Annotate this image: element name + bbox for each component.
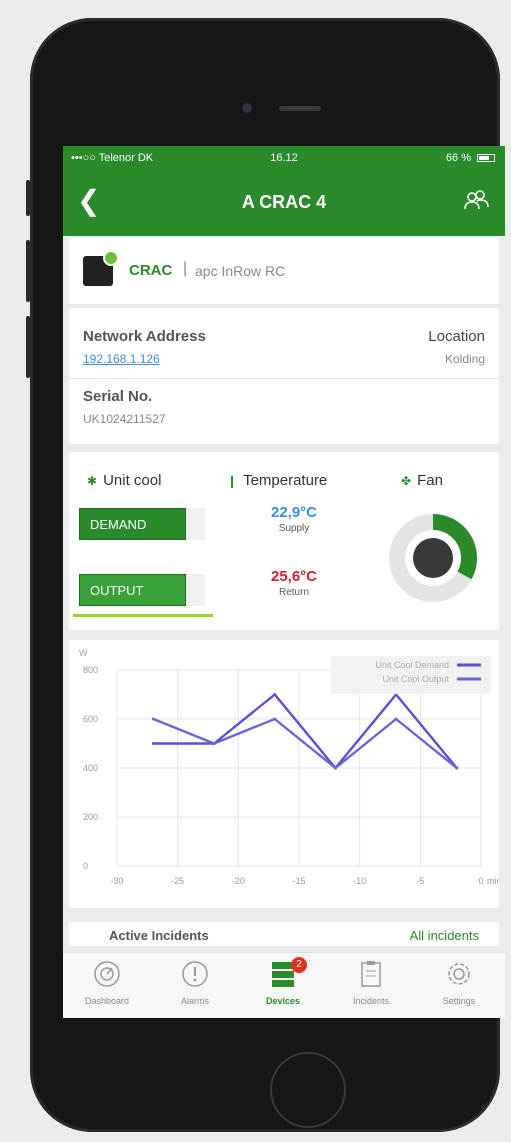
fan-label: Fan — [417, 472, 443, 489]
data-point — [273, 717, 277, 721]
tab-settings[interactable]: Settings — [415, 953, 503, 1018]
mute-switch — [26, 180, 30, 216]
unit-cool-label: Unit cool — [103, 472, 162, 489]
page-title: A CRAC 4 — [241, 192, 327, 212]
y-tick-label: 400 — [83, 763, 98, 773]
x-tick-label: -25 — [171, 876, 184, 886]
y-tick-label: 0 — [83, 861, 88, 871]
tab-devices[interactable]: 2 Devices — [239, 953, 327, 1018]
metrics-card: ✱ Unit cool ❙ Temperature ✤ Fan DEMAND OUTP… — [69, 452, 499, 630]
incidents-card: Active Incidents All incidents — [69, 922, 499, 946]
y-tick-label: 200 — [83, 812, 98, 822]
return-temp-block: 25,6°C Return — [239, 568, 349, 598]
home-button[interactable] — [270, 1052, 346, 1128]
x-axis-label: mins — [487, 876, 499, 886]
supply-temp-value: 22,9°C — [270, 504, 318, 521]
incidents-icon — [361, 961, 381, 987]
volume-up-button — [26, 240, 30, 302]
location-label: Location — [428, 328, 485, 345]
front-camera — [242, 103, 252, 113]
settings-icon — [448, 963, 470, 985]
location-value: Kolding — [444, 352, 485, 366]
tab-settings-label: Settings — [442, 996, 476, 1006]
device-model: apc InRow RC — [195, 263, 286, 279]
supply-label: Supply — [278, 523, 310, 534]
fan-gauge — [389, 514, 477, 602]
tab-alarms[interactable]: Alarms — [151, 953, 239, 1018]
speaker-grill — [279, 106, 321, 111]
output-label: OUTPUT — [90, 583, 144, 598]
nav-bar: ❮ A CRAC 4 — [63, 170, 505, 236]
x-tick-label: -15 — [292, 876, 305, 886]
y-tick-label: 800 — [83, 665, 98, 675]
battery-percent: 66 % — [445, 152, 471, 164]
output-bar: OUTPUT — [79, 574, 205, 606]
legend-label: Unit Cool Output — [382, 674, 449, 684]
device-header: CRAC | apc InRow RC — [69, 238, 499, 304]
tab-incidents-label: Incidents — [352, 996, 390, 1006]
unit-cool-heading: ✱ Unit cool — [87, 472, 161, 489]
dashboard-icon — [94, 961, 120, 987]
data-point — [455, 766, 459, 770]
snowflake-icon: ✱ — [87, 474, 98, 488]
device-type: CRAC — [129, 262, 173, 279]
legend-label: Unit Cool Demand — [375, 660, 449, 670]
volume-down-button — [26, 316, 30, 378]
device-separator: | — [183, 260, 188, 277]
x-tick-label: -10 — [353, 876, 366, 886]
tab-dashboard-label: Dashboard — [84, 996, 130, 1006]
power-chart: 0 200 400 600 800 -30 -25 -20 -15 -10 -5 0 Wmins Unit… — [79, 648, 505, 886]
fan-icon: ✤ — [401, 474, 412, 488]
active-underline — [73, 614, 213, 617]
tab-dashboard[interactable]: Dashboard — [63, 953, 151, 1018]
users-icon[interactable] — [463, 188, 489, 214]
y-axis-label: W — [79, 648, 88, 658]
x-tick-label: -5 — [416, 876, 424, 886]
data-point — [333, 766, 337, 770]
demand-bar: DEMAND — [79, 508, 205, 540]
x-tick-label: -30 — [110, 876, 123, 886]
x-tick-label: 0 — [478, 876, 483, 886]
tab-incidents[interactable]: Incidents — [327, 953, 415, 1018]
demand-bar-fill: DEMAND — [79, 508, 187, 540]
fan-gauge-center — [413, 538, 453, 578]
status-time: 16.12 — [270, 152, 298, 164]
network-address-link[interactable]: 192.168.1.126 — [83, 352, 160, 366]
output-bar-fill: OUTPUT — [79, 574, 187, 606]
thermometer-icon: ❙ — [227, 474, 238, 488]
serial-label: Serial No. — [83, 388, 153, 405]
data-point — [151, 742, 155, 745]
fan-heading: ✤ Fan — [401, 472, 443, 489]
data-point — [273, 693, 277, 696]
return-temp-value: 25,6°C — [270, 568, 318, 585]
temperature-label: Temperature — [243, 472, 328, 489]
x-tick-label: -20 — [232, 876, 245, 886]
data-point — [151, 717, 155, 721]
power-chart-card: 0 200 400 600 800 -30 -25 -20 -15 -10 -5 0 Wmins Unit… — [69, 640, 505, 908]
devices-badge: 2 — [291, 957, 307, 973]
device-info-card: Network Address 192.168.1.126 Location K… — [69, 308, 499, 444]
alarm-icon — [182, 961, 208, 987]
tab-devices-label: Devices — [265, 996, 301, 1006]
serial-value: UK1024211527 — [83, 412, 166, 426]
tab-bar: Dashboard Alarms 2 Devices Incidents Set… — [63, 952, 505, 1018]
return-label: Return — [278, 587, 309, 598]
network-address-label: Network Address — [83, 328, 206, 345]
data-point — [394, 717, 398, 721]
all-incidents-link[interactable]: All incidents — [410, 928, 479, 943]
incidents-label: Active Incidents — [109, 928, 209, 943]
tab-alarms-label: Alarms — [180, 996, 209, 1006]
supply-temp-block: 22,9°C Supply — [239, 504, 349, 534]
temperature-heading: ❙ Temperature — [227, 472, 327, 489]
crac-device-icon — [83, 250, 119, 286]
app-screen: •••○○ Telenor DK 16.12 66 % ❮ A CRAC 4 C… — [63, 146, 505, 1018]
data-point — [212, 742, 216, 745]
online-status-dot — [103, 250, 119, 266]
battery-icon — [477, 154, 495, 162]
y-tick-label: 600 — [83, 714, 98, 724]
status-bar: •••○○ Telenor DK 16.12 66 % — [63, 146, 505, 170]
demand-label: DEMAND — [90, 517, 147, 532]
info-divider — [69, 378, 499, 379]
